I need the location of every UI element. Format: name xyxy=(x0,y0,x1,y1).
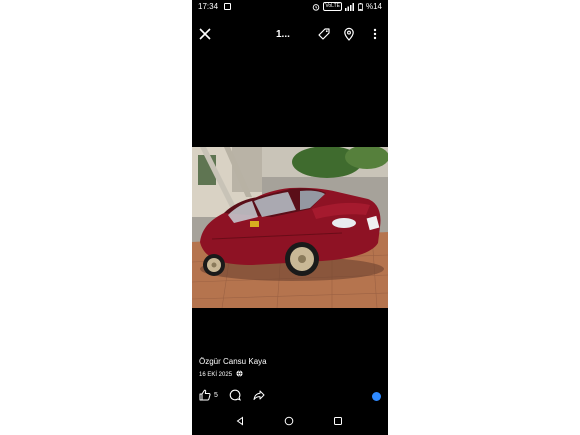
status-time: 17:34 xyxy=(198,2,219,11)
post-date: 16 EKİ 2025 xyxy=(199,371,233,378)
share-button[interactable] xyxy=(253,389,265,401)
recents-icon[interactable] xyxy=(333,416,345,428)
photo-viewer-toolbar: 1... xyxy=(192,22,388,46)
back-icon[interactable] xyxy=(235,416,247,428)
battery-icon xyxy=(358,2,363,11)
share-icon xyxy=(253,389,265,401)
like-count: 5 xyxy=(214,391,218,399)
status-icons: VoLTE %14 xyxy=(312,0,382,13)
phone-screen: 17:34 VoLTE %14 1... Özgür Cansu Kaya 16… xyxy=(192,0,388,435)
status-bar: 17:34 VoLTE %14 xyxy=(192,0,388,13)
home-icon[interactable] xyxy=(284,416,296,428)
post-author[interactable]: Özgür Cansu Kaya xyxy=(199,357,267,366)
location-pin-icon[interactable] xyxy=(342,27,358,43)
close-icon[interactable] xyxy=(198,27,214,43)
system-nav-bar xyxy=(192,412,388,432)
comment-button[interactable] xyxy=(229,389,241,401)
post-actions: 5 xyxy=(192,389,388,405)
post-meta: 16 EKİ 2025 xyxy=(199,370,243,379)
photo-counter: 1... xyxy=(276,29,290,40)
alarm-icon xyxy=(312,3,320,11)
globe-icon xyxy=(236,370,243,379)
more-vertical-icon[interactable] xyxy=(368,27,384,43)
tag-icon[interactable] xyxy=(317,27,333,43)
app-notification-icon xyxy=(224,3,231,10)
battery-percent: %14 xyxy=(365,2,382,11)
volte-badge: VoLTE xyxy=(323,2,342,11)
like-button[interactable]: 5 xyxy=(199,389,218,401)
reaction-badge-icon[interactable] xyxy=(372,392,381,401)
comment-icon xyxy=(229,389,241,401)
like-icon xyxy=(199,389,211,401)
post-photo[interactable] xyxy=(192,147,388,308)
signal-icon xyxy=(344,2,355,11)
